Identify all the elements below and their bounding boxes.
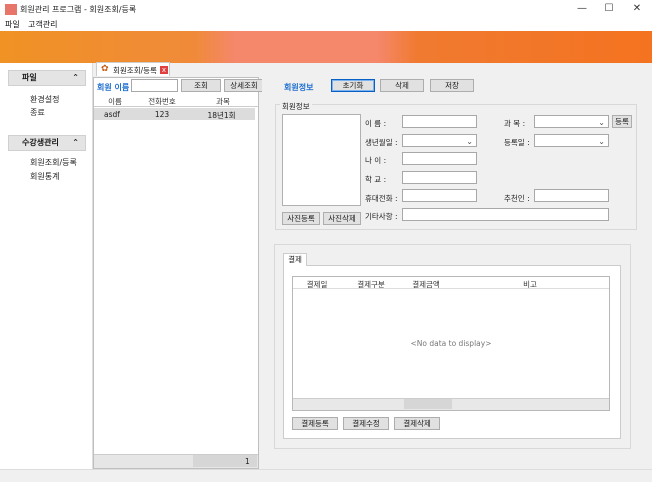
sidebar — [0, 63, 93, 482]
search-input[interactable] — [131, 79, 178, 92]
name-label: 이 름 : — [365, 119, 387, 128]
age-label: 나 이 : — [365, 156, 387, 165]
menu-customer[interactable]: 고객관리 — [28, 19, 57, 30]
sidebar-group-label: 파일 — [22, 73, 37, 82]
column-header[interactable]: 전화번호 — [136, 96, 188, 107]
photo-register-button[interactable]: 사진등록 — [282, 212, 320, 225]
regdate-label: 등록일 : — [504, 138, 530, 147]
app-icon — [5, 4, 17, 15]
school-field[interactable] — [402, 171, 477, 184]
payment-modify-button[interactable]: 결제수정 — [343, 417, 389, 430]
member-photo[interactable] — [282, 114, 361, 206]
close-button[interactable]: ✕ — [624, 2, 650, 16]
menu-file[interactable]: 파일 — [5, 19, 20, 30]
sidebar-item-member-stats[interactable]: 회원통계 — [30, 171, 59, 182]
regdate-picker[interactable]: ⌄ — [534, 134, 609, 147]
subject-select[interactable]: ⌄ — [534, 115, 609, 128]
sidebar-item-settings[interactable]: 환경설정 — [30, 94, 59, 105]
close-icon[interactable]: x — [160, 66, 168, 74]
reset-button[interactable]: 초기화 — [331, 79, 375, 92]
payment-footer-summary — [404, 399, 452, 409]
grid-row-count: 1 — [245, 457, 250, 466]
column-header[interactable]: 결제구분 — [341, 279, 401, 290]
cell-name: asdf — [104, 110, 120, 119]
tab-member-register[interactable]: ✿ 회원조회/등록 x — [96, 62, 170, 76]
chevron-down-icon[interactable]: ⌄ — [598, 136, 605, 147]
column-header[interactable]: 결제금액 — [401, 279, 451, 290]
name-field[interactable] — [402, 115, 477, 128]
minimize-button[interactable]: — — [569, 2, 595, 16]
window-title: 회원관리 프로그램 - 회원조회/등록 — [20, 5, 137, 14]
photo-delete-button[interactable]: 사진삭제 — [323, 212, 361, 225]
payment-register-button[interactable]: 결제등록 — [292, 417, 338, 430]
birth-date-picker[interactable]: ⌄ — [402, 134, 477, 147]
referrer-label: 추천인 : — [504, 194, 530, 203]
sidebar-group-file[interactable]: 파일 ⌃ — [8, 70, 86, 86]
member-list-panel — [93, 77, 259, 469]
menu-bar — [0, 18, 652, 31]
gear-icon: ✿ — [101, 64, 109, 74]
save-button[interactable]: 저장 — [430, 79, 474, 92]
school-label: 학 교 : — [365, 175, 387, 184]
maximize-button[interactable]: ☐ — [596, 2, 622, 16]
phone-field[interactable] — [402, 189, 477, 202]
referrer-field[interactable] — [534, 189, 609, 202]
status-bar — [0, 469, 652, 482]
delete-button[interactable]: 삭제 — [380, 79, 424, 92]
chevron-down-icon[interactable]: ⌄ — [466, 136, 473, 147]
etc-field[interactable] — [402, 208, 609, 221]
search-label: 회원 이름 — [97, 83, 130, 92]
chevron-up-icon[interactable]: ⌃ — [72, 71, 79, 85]
payment-delete-button[interactable]: 결제삭제 — [394, 417, 440, 430]
age-field[interactable] — [402, 152, 477, 165]
tab-label: 회원조회/등록 — [113, 66, 157, 75]
subject-register-button[interactable]: 등록 — [612, 115, 632, 128]
cell-subject: 18년1회 — [207, 111, 236, 120]
birth-label: 생년월일 : — [365, 138, 398, 147]
sidebar-item-member-register[interactable]: 회원조회/등록 — [30, 157, 77, 168]
column-header[interactable]: 이름 — [94, 96, 136, 107]
phone-label: 휴대전화 : — [365, 194, 398, 203]
subject-label: 과 목 : — [504, 119, 526, 128]
sidebar-group-label: 수강생관리 — [22, 138, 59, 147]
sidebar-group-students[interactable]: 수강생관리 ⌃ — [8, 135, 86, 151]
etc-label: 기타사항 : — [365, 212, 398, 221]
section-label: 회원정보 — [284, 83, 314, 92]
sidebar-item-exit[interactable]: 종료 — [30, 107, 45, 118]
header-banner — [0, 31, 652, 63]
tab-payment[interactable]: 결제 — [283, 253, 307, 266]
cell-phone: 123 — [154, 110, 170, 119]
chevron-up-icon[interactable]: ⌃ — [72, 136, 79, 150]
empty-state-text: <No data to display> — [410, 339, 492, 348]
chevron-down-icon[interactable]: ⌄ — [598, 117, 605, 128]
search-button[interactable]: 조회 — [181, 79, 221, 92]
group-title: 회원정보 — [280, 101, 312, 112]
detail-search-button[interactable]: 상세조회 — [224, 79, 264, 92]
column-header[interactable]: 비고 — [451, 279, 609, 290]
column-header[interactable]: 결제일 — [293, 279, 341, 290]
column-header[interactable]: 과목 — [188, 96, 258, 107]
